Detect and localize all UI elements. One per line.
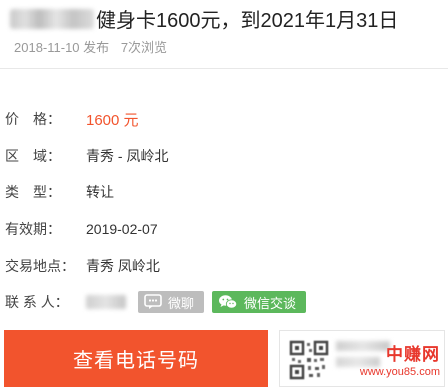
type-label: 类 型： [5,184,61,200]
area-value: 青秀 - 凤岭北 [86,148,169,164]
watermark-logo-text: 中赚网 [386,345,440,364]
validity-value: 2019-02-07 [86,221,158,237]
validity-label: 有效期： [5,221,61,237]
contact-label: 联 系 人： [5,294,69,310]
publish-date: 2018-11-10 [14,40,80,55]
type-value: 转让 [86,184,114,200]
location-label: 交易地点： [5,258,75,274]
wechat-icon [219,295,238,309]
watermark-url: www.you85.com [359,366,440,378]
listing-page: 健身卡1600元，到2021年1月31日 2018-11-10 发布 7次浏览 … [0,0,448,391]
weiliao-label: 微聊 [168,295,195,311]
type-row: 类 型： 转让 [0,182,114,202]
blurred-contact-name [86,295,126,309]
area-label: 区 域： [5,148,61,164]
area-row: 区 域： 青秀 - 凤岭北 [0,146,168,166]
divider [0,68,448,69]
wechat-chat-button[interactable]: 微信交谈 [212,291,307,313]
publish-info: 2018-11-10 发布 [14,40,109,55]
qr-code-icon [289,340,329,380]
validity-row: 有效期： 2019-02-07 [0,219,158,239]
contact-row: 联 系 人： 微聊 微信交谈 [0,291,307,313]
listing-title-text: 健身卡1600元，到2021年1月31日 [96,10,399,32]
price-value: 1600 元 [86,111,139,129]
site-watermark: 中赚网 www.you85.com [360,346,440,378]
publish-label: 发布 [83,40,110,55]
view-phone-button[interactable]: 查看电话号码 [4,330,268,387]
location-value: 青秀 凤岭北 [86,258,160,274]
listing-title: 健身卡1600元，到2021年1月31日 [10,4,398,33]
wechat-chat-label: 微信交谈 [244,295,297,311]
price-row: 价 格： 1600 元 [0,109,139,129]
weiliao-button[interactable]: 微聊 [138,291,205,313]
view-count: 7次浏览 [120,40,168,55]
location-row: 交易地点： 青秀 凤岭北 [0,256,160,276]
chat-bubble-icon [144,294,162,309]
blurred-title-prefix [10,8,94,29]
listing-meta: 2018-11-10 发布 7次浏览 [14,37,167,56]
price-label: 价 格： [5,111,61,127]
